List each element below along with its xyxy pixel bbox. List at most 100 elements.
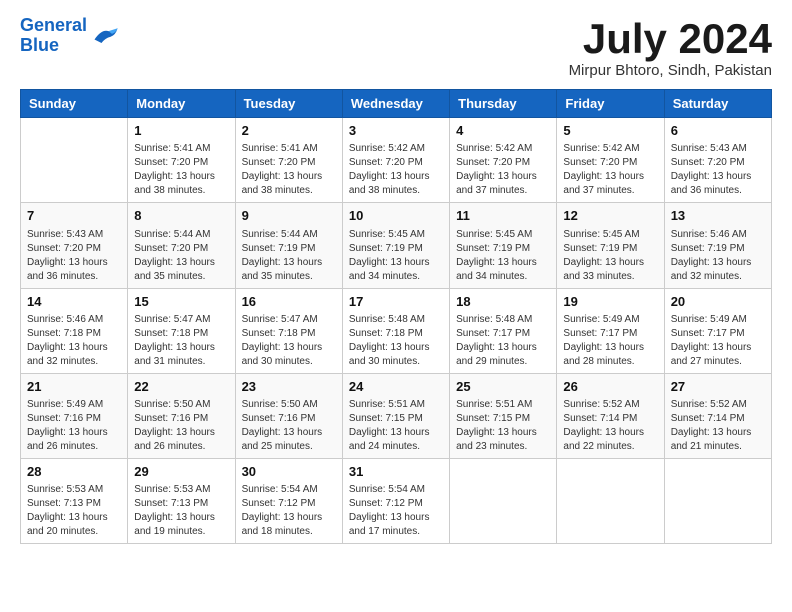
day-number: 16 — [242, 293, 336, 311]
calendar-week-row: 28 Sunrise: 5:53 AMSunset: 7:13 PMDayligh… — [21, 458, 772, 543]
location-subtitle: Mirpur Bhtoro, Sindh, Pakistan — [569, 62, 772, 79]
day-number: 8 — [134, 207, 228, 225]
cell-sun-info: Sunrise: 5:42 AMSunset: 7:20 PMDaylight:… — [456, 142, 550, 198]
day-number: 17 — [349, 293, 443, 311]
cell-sun-info: Sunrise: 5:46 AMSunset: 7:18 PMDaylight:… — [27, 313, 121, 369]
cell-sun-info: Sunrise: 5:51 AMSunset: 7:15 PMDaylight:… — [456, 398, 550, 454]
calendar-cell: 17 Sunrise: 5:48 AMSunset: 7:18 PMDayligh… — [342, 288, 449, 373]
day-number: 3 — [349, 122, 443, 140]
logo: General Blue — [20, 16, 119, 56]
day-number: 30 — [242, 463, 336, 481]
calendar-cell: 23 Sunrise: 5:50 AMSunset: 7:16 PMDayligh… — [235, 373, 342, 458]
day-number: 27 — [671, 378, 765, 396]
cell-sun-info: Sunrise: 5:43 AMSunset: 7:20 PMDaylight:… — [27, 228, 121, 284]
cell-sun-info: Sunrise: 5:48 AMSunset: 7:17 PMDaylight:… — [456, 313, 550, 369]
logo-text: General Blue — [20, 16, 87, 56]
calendar-cell: 12Sunrise: 5:45 AMSunset: 7:19 PMDayligh… — [557, 203, 664, 288]
calendar-cell: 1 Sunrise: 5:41 AMSunset: 7:20 PMDaylight… — [128, 118, 235, 203]
calendar-cell: 20 Sunrise: 5:49 AMSunset: 7:17 PMDayligh… — [664, 288, 771, 373]
cell-sun-info: Sunrise: 5:42 AMSunset: 7:20 PMDaylight:… — [563, 142, 657, 198]
cell-sun-info: Sunrise: 5:44 AMSunset: 7:20 PMDaylight:… — [134, 228, 228, 284]
calendar-cell: 8 Sunrise: 5:44 AMSunset: 7:20 PMDaylight… — [128, 203, 235, 288]
calendar-table: SundayMondayTuesdayWednesdayThursdayFrid… — [20, 89, 772, 544]
day-number: 15 — [134, 293, 228, 311]
calendar-cell: 29 Sunrise: 5:53 AMSunset: 7:13 PMDayligh… — [128, 458, 235, 543]
calendar-cell: 22 Sunrise: 5:50 AMSunset: 7:16 PMDayligh… — [128, 373, 235, 458]
cell-sun-info: Sunrise: 5:52 AMSunset: 7:14 PMDaylight:… — [671, 398, 765, 454]
cell-sun-info: Sunrise: 5:52 AMSunset: 7:14 PMDaylight:… — [563, 398, 657, 454]
calendar-cell: 2Sunrise: 5:41 AMSunset: 7:20 PMDaylight… — [235, 118, 342, 203]
cell-sun-info: Sunrise: 5:54 AMSunset: 7:12 PMDaylight:… — [242, 483, 336, 539]
calendar-cell: 7 Sunrise: 5:43 AMSunset: 7:20 PMDaylight… — [21, 203, 128, 288]
day-number: 26 — [563, 378, 657, 396]
logo-bird-icon — [91, 25, 119, 47]
cell-sun-info: Sunrise: 5:50 AMSunset: 7:16 PMDaylight:… — [134, 398, 228, 454]
calendar-cell: 6 Sunrise: 5:43 AMSunset: 7:20 PMDaylight… — [664, 118, 771, 203]
calendar-week-row: 7 Sunrise: 5:43 AMSunset: 7:20 PMDaylight… — [21, 203, 772, 288]
cell-sun-info: Sunrise: 5:44 AMSunset: 7:19 PMDaylight:… — [242, 228, 336, 284]
day-number: 21 — [27, 378, 121, 396]
cell-sun-info: Sunrise: 5:45 AMSunset: 7:19 PMDaylight:… — [349, 228, 443, 284]
cell-sun-info: Sunrise: 5:54 AMSunset: 7:12 PMDaylight:… — [349, 483, 443, 539]
cell-sun-info: Sunrise: 5:42 AMSunset: 7:20 PMDaylight:… — [349, 142, 443, 198]
weekday-header-monday: Monday — [128, 90, 235, 118]
cell-sun-info: Sunrise: 5:53 AMSunset: 7:13 PMDaylight:… — [134, 483, 228, 539]
cell-sun-info: Sunrise: 5:50 AMSunset: 7:16 PMDaylight:… — [242, 398, 336, 454]
day-number: 31 — [349, 463, 443, 481]
day-number: 28 — [27, 463, 121, 481]
day-number: 12 — [563, 207, 657, 225]
calendar-cell: 15Sunrise: 5:47 AMSunset: 7:18 PMDayligh… — [128, 288, 235, 373]
day-number: 23 — [242, 378, 336, 396]
title-area: July 2024 Mirpur Bhtoro, Sindh, Pakistan — [569, 16, 772, 79]
day-number: 6 — [671, 122, 765, 140]
cell-sun-info: Sunrise: 5:41 AMSunset: 7:20 PMDaylight:… — [134, 142, 228, 198]
cell-sun-info: Sunrise: 5:49 AMSunset: 7:17 PMDaylight:… — [671, 313, 765, 369]
header: General Blue July 2024 Mirpur Bhtoro, Si… — [20, 16, 772, 79]
calendar-cell: 4Sunrise: 5:42 AMSunset: 7:20 PMDaylight… — [450, 118, 557, 203]
calendar-cell: 13 Sunrise: 5:46 AMSunset: 7:19 PMDayligh… — [664, 203, 771, 288]
calendar-cell: 5Sunrise: 5:42 AMSunset: 7:20 PMDaylight… — [557, 118, 664, 203]
calendar-cell: 27 Sunrise: 5:52 AMSunset: 7:14 PMDayligh… — [664, 373, 771, 458]
calendar-cell: 9 Sunrise: 5:44 AMSunset: 7:19 PMDaylight… — [235, 203, 342, 288]
calendar-cell: 31 Sunrise: 5:54 AMSunset: 7:12 PMDayligh… — [342, 458, 449, 543]
calendar-cell: 26 Sunrise: 5:52 AMSunset: 7:14 PMDayligh… — [557, 373, 664, 458]
cell-sun-info: Sunrise: 5:51 AMSunset: 7:15 PMDaylight:… — [349, 398, 443, 454]
calendar-cell — [664, 458, 771, 543]
weekday-header-tuesday: Tuesday — [235, 90, 342, 118]
day-number: 25 — [456, 378, 550, 396]
weekday-header-wednesday: Wednesday — [342, 90, 449, 118]
calendar-cell: 30 Sunrise: 5:54 AMSunset: 7:12 PMDayligh… — [235, 458, 342, 543]
cell-sun-info: Sunrise: 5:43 AMSunset: 7:20 PMDaylight:… — [671, 142, 765, 198]
calendar-cell: 25 Sunrise: 5:51 AMSunset: 7:15 PMDayligh… — [450, 373, 557, 458]
weekday-header-row: SundayMondayTuesdayWednesdayThursdayFrid… — [21, 90, 772, 118]
calendar-week-row: 21 Sunrise: 5:49 AMSunset: 7:16 PMDayligh… — [21, 373, 772, 458]
calendar-week-row: 14 Sunrise: 5:46 AMSunset: 7:18 PMDayligh… — [21, 288, 772, 373]
weekday-header-saturday: Saturday — [664, 90, 771, 118]
day-number: 14 — [27, 293, 121, 311]
cell-sun-info: Sunrise: 5:46 AMSunset: 7:19 PMDaylight:… — [671, 228, 765, 284]
day-number: 29 — [134, 463, 228, 481]
day-number: 22 — [134, 378, 228, 396]
day-number: 7 — [27, 207, 121, 225]
calendar-cell: 11 Sunrise: 5:45 AMSunset: 7:19 PMDayligh… — [450, 203, 557, 288]
calendar-cell: 16 Sunrise: 5:47 AMSunset: 7:18 PMDayligh… — [235, 288, 342, 373]
cell-sun-info: Sunrise: 5:48 AMSunset: 7:18 PMDaylight:… — [349, 313, 443, 369]
day-number: 1 — [134, 122, 228, 140]
cell-sun-info: Sunrise: 5:49 AMSunset: 7:16 PMDaylight:… — [27, 398, 121, 454]
cell-sun-info: Sunrise: 5:45 AMSunset: 7:19 PMDaylight:… — [456, 228, 550, 284]
day-number: 9 — [242, 207, 336, 225]
day-number: 11 — [456, 207, 550, 225]
calendar-cell: 3 Sunrise: 5:42 AMSunset: 7:20 PMDaylight… — [342, 118, 449, 203]
day-number: 18 — [456, 293, 550, 311]
month-year-title: July 2024 — [569, 16, 772, 62]
cell-sun-info: Sunrise: 5:41 AMSunset: 7:20 PMDaylight:… — [242, 142, 336, 198]
day-number: 20 — [671, 293, 765, 311]
calendar-cell: 19 Sunrise: 5:49 AMSunset: 7:17 PMDayligh… — [557, 288, 664, 373]
calendar-cell — [21, 118, 128, 203]
calendar-cell — [557, 458, 664, 543]
day-number: 19 — [563, 293, 657, 311]
day-number: 13 — [671, 207, 765, 225]
cell-sun-info: Sunrise: 5:47 AMSunset: 7:18 PMDaylight:… — [242, 313, 336, 369]
day-number: 24 — [349, 378, 443, 396]
cell-sun-info: Sunrise: 5:49 AMSunset: 7:17 PMDaylight:… — [563, 313, 657, 369]
